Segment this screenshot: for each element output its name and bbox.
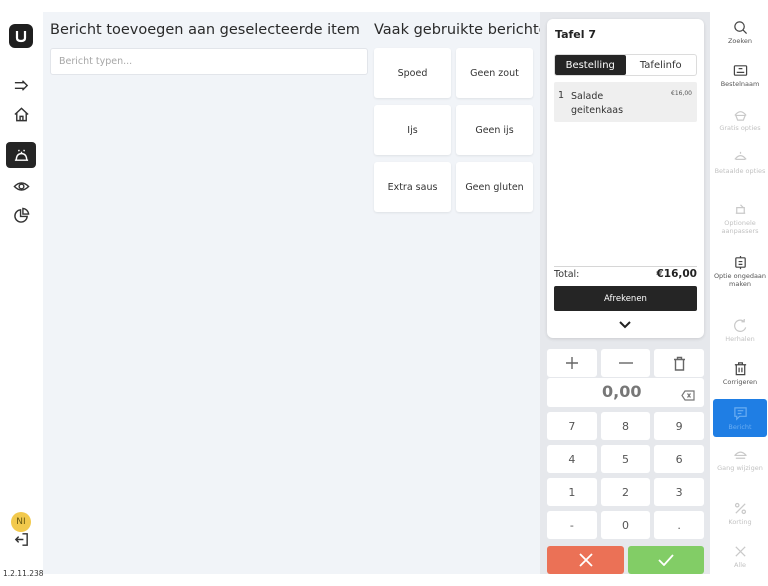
eye-icon[interactable] [6, 173, 36, 199]
table-title: Tafel 7 [555, 28, 597, 41]
home-icon[interactable] [6, 101, 36, 127]
action-bericht[interactable]: Bericht [713, 399, 767, 437]
collapse-icon[interactable] [6, 72, 36, 98]
action-sidebar: Zoeken Bestelnaam Gratis opties Betaalde… [710, 12, 768, 574]
keypad-key-minus[interactable]: - [547, 511, 597, 539]
quick-message-geen-ijs[interactable]: Geen ijs [456, 105, 533, 155]
total-label: Total: [554, 269, 580, 280]
paid-option-icon [733, 151, 747, 160]
logout-icon[interactable] [6, 526, 36, 552]
repeat-icon [733, 318, 746, 332]
keypad-row: - 0 . [547, 511, 705, 539]
total-divider [554, 266, 697, 267]
percent-icon [734, 502, 746, 515]
action-bestelnaam[interactable]: Bestelnaam [713, 63, 767, 88]
close-icon [734, 546, 746, 557]
logo-icon[interactable] [9, 24, 33, 48]
order-line-name: Salade geitenkaas [571, 91, 624, 116]
chevron-down-icon[interactable] [617, 318, 633, 332]
keypad-key-4[interactable]: 4 [547, 445, 597, 473]
order-line-price: €16,00 [671, 90, 692, 97]
order-card: Tafel 7 Bestelling Tafelinfo 1 Salade ge… [547, 19, 704, 338]
action-label: Optionele aanpassers [721, 219, 759, 235]
message-icon [733, 406, 747, 421]
amount-display: 0,00 [547, 378, 704, 407]
pie-chart-icon[interactable] [6, 202, 36, 228]
action-label: Optie ongedaan maken [713, 272, 767, 288]
total-value: €16,00 [656, 268, 697, 280]
action-label: Bestelnaam [720, 80, 760, 88]
action-label: Betaalde opties [714, 167, 766, 175]
keypad-key-9[interactable]: 9 [654, 412, 705, 440]
keypad-key-1[interactable]: 1 [547, 478, 597, 506]
action-label: Gratis opties [719, 124, 761, 132]
left-nav: NI 1.2.11.238 [0, 12, 44, 578]
course-icon [733, 451, 747, 459]
keypad-key-8[interactable]: 8 [600, 412, 651, 440]
checkout-button[interactable]: Afrekenen [554, 286, 697, 311]
action-alle[interactable]: Alle [713, 544, 767, 569]
keypad-row: 1 2 3 [547, 478, 705, 506]
quick-message-ijs[interactable]: Ijs [374, 105, 451, 155]
service-bell-icon[interactable] [6, 142, 36, 168]
gift-icon [733, 111, 747, 121]
trash-icon [734, 362, 746, 376]
quantity-controls [547, 349, 705, 377]
close-icon [578, 553, 593, 567]
action-label: Corrigeren [722, 378, 758, 386]
quick-message-extra-saus[interactable]: Extra saus [374, 162, 451, 212]
search-icon [733, 21, 747, 35]
minus-button[interactable] [600, 349, 651, 377]
keypad-key-3[interactable]: 3 [654, 478, 705, 506]
modifier-icon [735, 204, 745, 214]
action-label: Bericht [728, 422, 752, 431]
name-tag-icon [733, 65, 747, 76]
order-line[interactable]: 1 Salade geitenkaas €16,00 [554, 82, 697, 122]
action-label: Korting [728, 518, 752, 526]
frequent-messages-title: Vaak gebruikte berichten [374, 22, 540, 38]
app-version: 1.2.11.238 [3, 569, 44, 578]
action-label: Zoeken [727, 37, 753, 45]
keypad-key-2[interactable]: 2 [600, 478, 651, 506]
keypad-key-5[interactable]: 5 [600, 445, 651, 473]
action-optionele-aanpassers[interactable]: Optionele aanpassers [713, 202, 767, 235]
order-tabs: Bestelling Tafelinfo [554, 54, 697, 76]
keypad-key-0[interactable]: 0 [600, 511, 651, 539]
keypad-row: 7 8 9 [547, 412, 705, 440]
action-betaalde-opties[interactable]: Betaalde opties [713, 150, 767, 175]
keypad-key-dot[interactable]: . [654, 511, 705, 539]
keypad-row: 4 5 6 [547, 445, 705, 473]
check-icon [658, 554, 674, 566]
keypad-key-6[interactable]: 6 [654, 445, 705, 473]
amount-value: 0,00 [602, 382, 642, 401]
tab-bestelling[interactable]: Bestelling [555, 55, 626, 75]
confirm-button[interactable] [628, 546, 704, 574]
quick-message-spoed[interactable]: Spoed [374, 48, 451, 98]
plus-button[interactable] [547, 349, 597, 377]
undo-option-icon [734, 255, 746, 270]
action-korting[interactable]: Korting [713, 501, 767, 526]
order-panel: Tafel 7 Bestelling Tafelinfo 1 Salade ge… [540, 12, 710, 574]
message-input[interactable] [50, 48, 368, 75]
cancel-button[interactable] [547, 546, 624, 574]
action-optie-ongedaan[interactable]: Optie ongedaan maken [713, 255, 767, 288]
tab-tafelinfo[interactable]: Tafelinfo [626, 55, 697, 75]
action-label: Alle [733, 561, 747, 569]
message-area: Bericht toevoegen aan geselecteerde item… [43, 12, 540, 574]
action-label: Herhalen [725, 335, 755, 343]
action-herhalen[interactable]: Herhalen [713, 318, 767, 343]
action-label: Gang wijzigen [717, 464, 763, 472]
message-title: Bericht toevoegen aan geselecteerde item [50, 22, 360, 38]
order-line-qty: 1 [558, 90, 565, 101]
backspace-icon[interactable] [681, 386, 695, 405]
action-corrigeren[interactable]: Corrigeren [713, 361, 767, 386]
quick-message-geen-zout[interactable]: Geen zout [456, 48, 533, 98]
keypad-key-7[interactable]: 7 [547, 412, 597, 440]
action-gang-wijzigen[interactable]: Gang wijzigen [713, 447, 767, 472]
quick-message-geen-gluten[interactable]: Geen gluten [456, 162, 533, 212]
action-zoeken[interactable]: Zoeken [713, 20, 767, 45]
action-gratis-opties[interactable]: Gratis opties [713, 107, 767, 132]
delete-line-button[interactable] [654, 349, 705, 377]
